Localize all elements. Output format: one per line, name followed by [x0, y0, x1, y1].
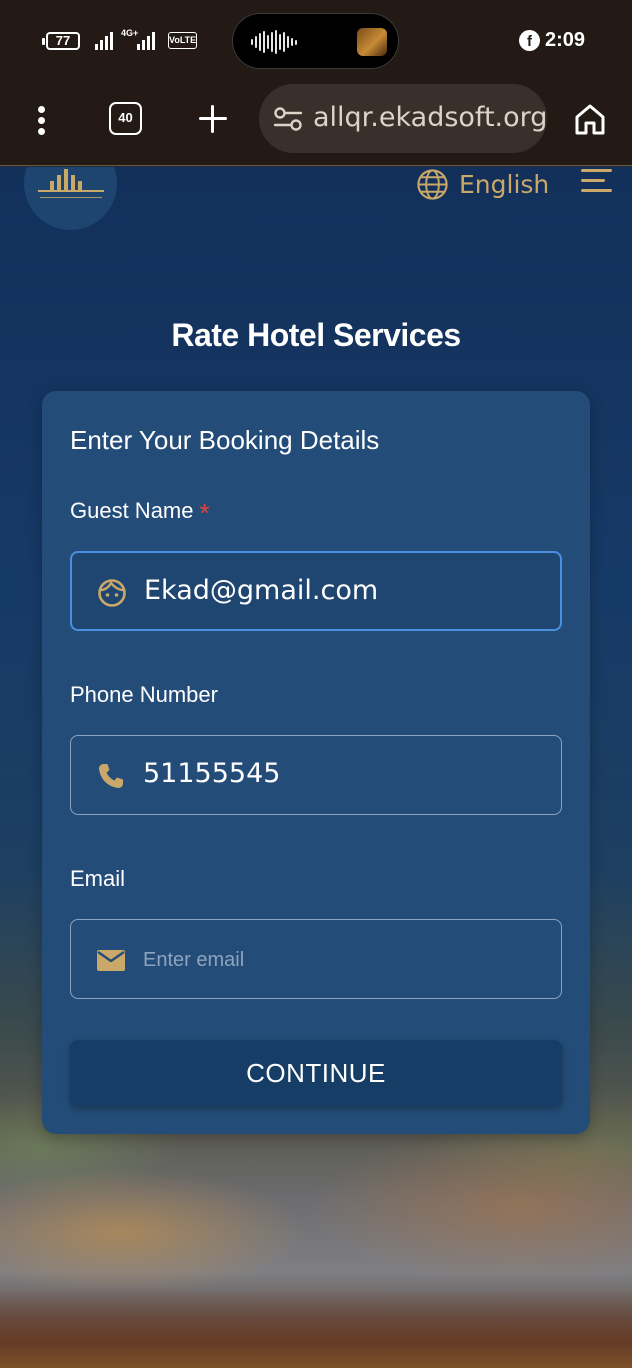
- media-thumbnail: [357, 28, 387, 56]
- continue-button[interactable]: CONTINUE: [70, 1040, 562, 1106]
- email-label: Email: [70, 866, 126, 891]
- tab-count: 40: [118, 110, 133, 125]
- globe-icon: [417, 168, 448, 200]
- page-content: English Rate Hotel Services Enter Your B…: [0, 167, 632, 1368]
- language-label: English: [459, 169, 550, 199]
- network-type: 4G+: [121, 28, 139, 38]
- clock: 2:09: [545, 29, 586, 51]
- page-title: Rate Hotel Services: [171, 317, 461, 353]
- guest-name-value: Ekad@gmail.com: [144, 575, 379, 606]
- new-tab-button[interactable]: [197, 103, 229, 135]
- language-selector[interactable]: English: [416, 167, 549, 201]
- phone-icon: [99, 764, 123, 788]
- site-settings-icon[interactable]: [273, 106, 303, 132]
- signal-icon: [137, 30, 155, 50]
- facebook-icon: f: [519, 30, 540, 51]
- phone-input[interactable]: 51155545: [70, 735, 562, 815]
- tabs-button[interactable]: 40: [109, 102, 142, 135]
- phone-value: 51155545: [143, 758, 281, 789]
- signal-icon: [95, 30, 113, 50]
- email-placeholder: Enter email: [143, 949, 245, 971]
- home-icon[interactable]: [573, 102, 607, 136]
- required-mark: *: [199, 498, 210, 528]
- browser-toolbar: 40 allqr.ekadsoft.org: [0, 84, 632, 166]
- battery-level: 77: [55, 33, 71, 48]
- hamburger-icon[interactable]: [581, 169, 612, 195]
- status-bar: 77 4G+ VoLTE f 2:09: [0, 0, 632, 84]
- guest-name-label: Guest Name *: [70, 498, 210, 529]
- guest-name-label-text: Guest Name: [70, 498, 194, 523]
- booking-form-card: Enter Your Booking Details Guest Name * E…: [42, 391, 590, 1134]
- address-bar[interactable]: allqr.ekadsoft.org: [259, 84, 547, 153]
- menu-dots-icon[interactable]: [34, 106, 50, 136]
- form-heading: Enter Your Booking Details: [70, 425, 380, 455]
- dynamic-island[interactable]: [232, 13, 399, 69]
- volte-badge: VoLTE: [168, 32, 197, 49]
- url-text[interactable]: allqr.ekadsoft.org: [313, 102, 547, 133]
- email-input[interactable]: Enter email: [70, 919, 562, 999]
- hotel-logo[interactable]: [24, 167, 117, 230]
- battery-icon: 77: [42, 32, 80, 50]
- phone-label: Phone Number: [70, 682, 218, 707]
- mail-icon: [97, 950, 125, 971]
- guest-name-input[interactable]: Ekad@gmail.com: [70, 551, 562, 631]
- audio-wave-icon: [251, 30, 297, 54]
- face-icon: [98, 579, 126, 607]
